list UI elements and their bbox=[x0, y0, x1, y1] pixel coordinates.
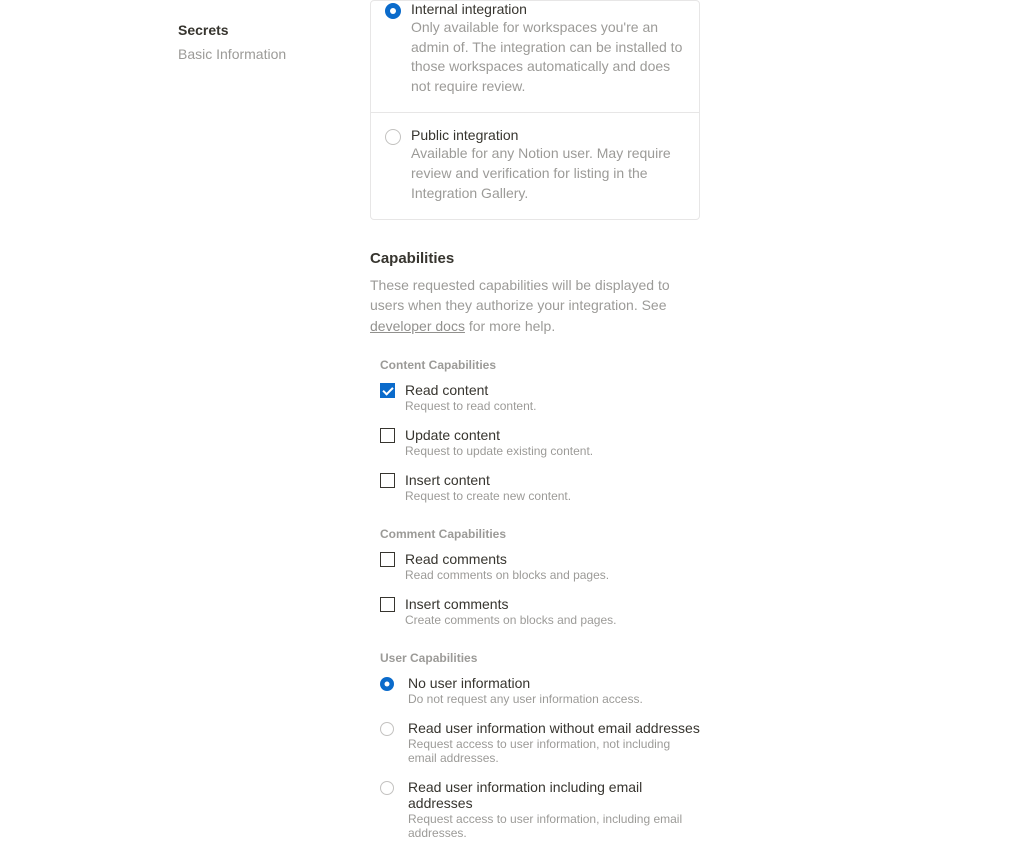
capabilities-desc: These requested capabilities will be dis… bbox=[370, 275, 700, 336]
capabilities-title: Capabilities bbox=[370, 250, 700, 267]
checkbox-icon bbox=[380, 597, 395, 612]
capability-desc: Request to create new content. bbox=[405, 489, 571, 503]
capability-title: Insert comments bbox=[405, 596, 616, 612]
developer-docs-link[interactable]: developer docs bbox=[370, 318, 465, 334]
capability-title: Read user information without email addr… bbox=[408, 720, 700, 736]
capabilities-desc-after: for more help. bbox=[465, 318, 555, 334]
sidebar: Secrets Basic Information bbox=[0, 0, 370, 590]
user-capability-with-email[interactable]: Read user information including email ad… bbox=[370, 777, 700, 842]
sidebar-item-secrets[interactable]: Secrets bbox=[178, 18, 370, 42]
radio-icon bbox=[380, 781, 394, 795]
sidebar-item-basic-information[interactable]: Basic Information bbox=[178, 42, 370, 66]
checkbox-icon bbox=[380, 473, 395, 488]
integration-type-desc: Only available for workspaces you're an … bbox=[411, 18, 685, 96]
capability-title: Read user information including email ad… bbox=[408, 779, 700, 811]
integration-type-desc: Available for any Notion user. May requi… bbox=[411, 144, 685, 203]
checkbox-icon bbox=[380, 383, 395, 398]
user-capability-no-email[interactable]: Read user information without email addr… bbox=[370, 718, 700, 767]
capability-read-content[interactable]: Read content Request to read content. bbox=[370, 380, 700, 415]
integration-type-internal[interactable]: Internal integration Only available for … bbox=[371, 1, 699, 112]
content-capabilities-title: Content Capabilities bbox=[370, 358, 700, 372]
capability-title: Read comments bbox=[405, 551, 609, 567]
capability-desc: Request access to user information, not … bbox=[408, 737, 700, 765]
capability-title: No user information bbox=[408, 675, 643, 691]
capability-desc: Do not request any user information acce… bbox=[408, 692, 643, 706]
user-capability-no-info[interactable]: No user information Do not request any u… bbox=[370, 673, 700, 708]
capability-update-content[interactable]: Update content Request to update existin… bbox=[370, 425, 700, 460]
user-capabilities-title: User Capabilities bbox=[370, 651, 700, 665]
capability-desc: Read comments on blocks and pages. bbox=[405, 568, 609, 582]
capability-title: Insert content bbox=[405, 472, 571, 488]
radio-icon bbox=[385, 129, 401, 145]
comment-capabilities-title: Comment Capabilities bbox=[370, 527, 700, 541]
capability-read-comments[interactable]: Read comments Read comments on blocks an… bbox=[370, 549, 700, 584]
capability-desc: Request to read content. bbox=[405, 399, 536, 413]
radio-icon bbox=[380, 722, 394, 736]
main-content: Internal integration Only available for … bbox=[370, 0, 1024, 590]
capability-insert-content[interactable]: Insert content Request to create new con… bbox=[370, 470, 700, 505]
capability-title: Update content bbox=[405, 427, 593, 443]
capability-desc: Request to update existing content. bbox=[405, 444, 593, 458]
radio-icon bbox=[380, 677, 394, 691]
integration-type-title: Internal integration bbox=[411, 1, 685, 17]
checkbox-icon bbox=[380, 428, 395, 443]
integration-type-title: Public integration bbox=[411, 127, 685, 143]
capabilities-desc-before: These requested capabilities will be dis… bbox=[370, 277, 670, 313]
capability-desc: Request access to user information, incl… bbox=[408, 812, 700, 840]
capability-insert-comments[interactable]: Insert comments Create comments on block… bbox=[370, 594, 700, 629]
checkbox-icon bbox=[380, 552, 395, 567]
integration-type-public[interactable]: Public integration Available for any Not… bbox=[371, 112, 699, 219]
integration-type-card: Internal integration Only available for … bbox=[370, 0, 700, 220]
capability-title: Read content bbox=[405, 382, 536, 398]
capability-desc: Create comments on blocks and pages. bbox=[405, 613, 616, 627]
radio-icon bbox=[385, 3, 401, 19]
